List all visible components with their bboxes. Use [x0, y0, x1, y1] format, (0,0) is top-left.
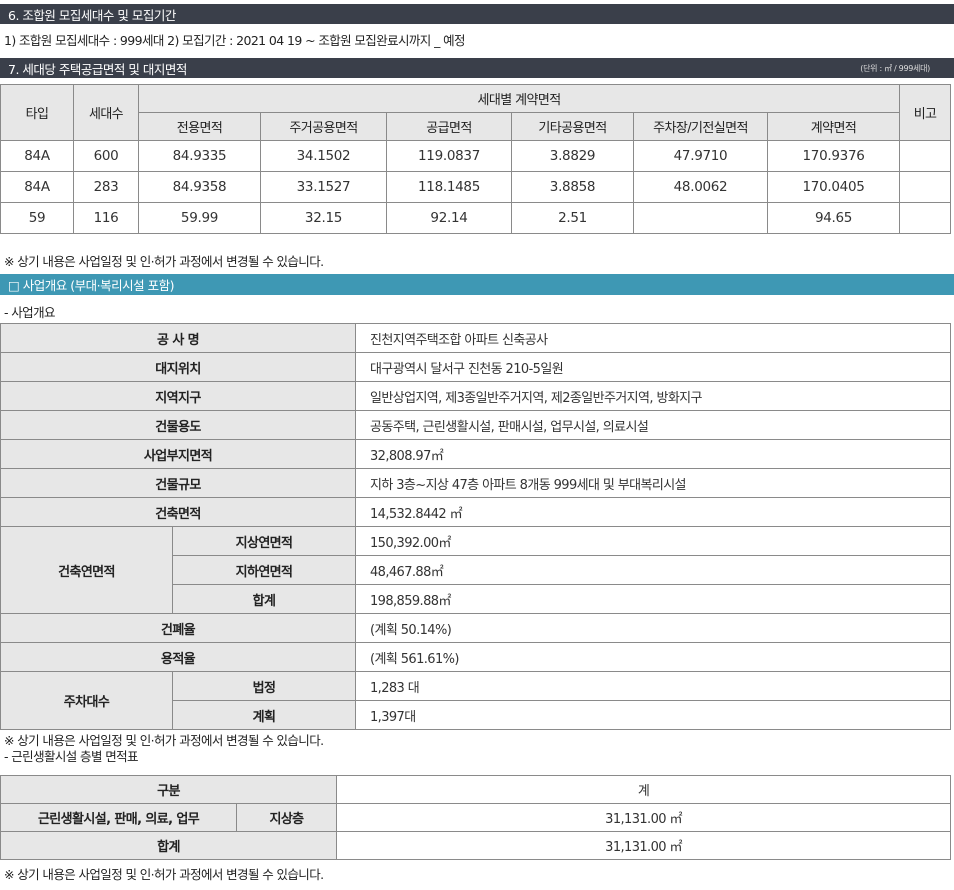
- building-area-label: 건축면적: [0, 497, 356, 527]
- gross-below-value: 48,467.88㎡: [355, 555, 951, 585]
- table-cell: 170.9376: [766, 140, 901, 172]
- gross-below-label: 지하연면적: [172, 555, 356, 585]
- table-cell: 84A: [0, 140, 74, 172]
- section6-title: 6. 조합원 모집세대수 및 모집기간: [8, 7, 176, 23]
- floor-table-subtitle: - 근린생활시설 층별 면적표: [4, 749, 139, 764]
- table-cell: 84.9358: [138, 171, 261, 203]
- floor-sum-label: 합계: [0, 831, 338, 860]
- header-parking-area: 주차장/기전실면적: [633, 112, 768, 141]
- project-name-value: 진천지역주택조합 아파트 신축공사: [355, 323, 951, 353]
- parking-plan-label: 계획: [172, 700, 356, 730]
- section7-title: 7. 세대당 주택공급면적 및 대지면적: [8, 61, 187, 77]
- table-cell: 283: [73, 171, 139, 203]
- header-residential-common-area: 주거공용면적: [260, 112, 387, 141]
- table-cell: 92.14: [386, 202, 512, 234]
- far-label: 용적율: [0, 642, 356, 672]
- gross-total-value: 198,859.88㎡: [355, 584, 951, 614]
- section7-title-bar: 7. 세대당 주택공급면적 및 대지면적 (단위 : ㎡ / 999세대): [0, 58, 954, 78]
- land-area-value: 32,808.97㎡: [355, 439, 951, 469]
- notice-text-3: ※ 상기 내용은 사업일정 및 인·허가 과정에서 변경될 수 있습니다.: [4, 867, 324, 882]
- header-exclusive-area: 전용면적: [138, 112, 261, 141]
- section6-line: 1) 조합원 모집세대수 : 999세대 2) 모집기간 : 2021 04 1…: [4, 33, 465, 48]
- gross-area-label: 건축연면적: [0, 526, 173, 614]
- parking-legal-label: 법정: [172, 671, 356, 701]
- parking-legal-value: 1,283 대: [355, 671, 951, 701]
- gross-total-label: 합계: [172, 584, 356, 614]
- header-contract-area-group: 세대별 계약면적: [137, 84, 901, 113]
- overview-title-bar: □ 사업개요 (부대·복리시설 포함): [0, 274, 954, 295]
- floor-sum-value: 31,131.00 ㎡: [336, 831, 952, 860]
- area-table: 타입 세대수 세대별 계약면적 비고 전용면적 주거공용면적 공급면적 기타공용…: [0, 84, 952, 234]
- floor-row-value: 31,131.00 ㎡: [336, 803, 952, 832]
- table-cell: 59: [0, 202, 74, 234]
- floor-row-label: 근린생활시설, 판매, 의료, 업무: [0, 803, 237, 832]
- table-cell: 2.51: [511, 202, 634, 234]
- table-cell: 32.15: [260, 202, 387, 234]
- header-households: 세대수: [73, 84, 139, 141]
- table-cell: 84.9335: [138, 140, 261, 172]
- floor-col-total: 계: [336, 775, 952, 804]
- overview-title: □ 사업개요 (부대·복리시설 포함): [8, 278, 174, 293]
- floor-col-category: 구분: [0, 775, 338, 804]
- project-name-label: 공 사 명: [0, 323, 356, 353]
- table-cell: 3.8858: [511, 171, 634, 203]
- table-cell: 3.8829: [511, 140, 634, 172]
- table-cell: 34.1502: [260, 140, 387, 172]
- table-cell: 48.0062: [633, 171, 768, 203]
- site-label: 대지위치: [0, 352, 356, 382]
- table-cell: 47.9710: [633, 140, 768, 172]
- gross-above-label: 지상연면적: [172, 526, 356, 556]
- table-cell: [899, 171, 952, 203]
- floor-area-table: 구분 계 근린생활시설, 판매, 의료, 업무 지상층 31,131.00 ㎡ …: [0, 775, 952, 860]
- notice-text-2: ※ 상기 내용은 사업일정 및 인·허가 과정에서 변경될 수 있습니다.: [4, 733, 324, 748]
- header-note: 비고: [899, 84, 952, 141]
- floor-row-floor: 지상층: [235, 803, 338, 832]
- use-label: 건물용도: [0, 410, 356, 440]
- section6-title-bar: 6. 조합원 모집세대수 및 모집기간: [0, 4, 954, 24]
- table-row: 84A 283 84.9358 33.1527 118.1485 3.8858 …: [0, 171, 952, 203]
- table-cell: [633, 202, 768, 234]
- use-value: 공동주택, 근린생활시설, 판매시설, 업무시설, 의료시설: [355, 410, 951, 440]
- table-cell: 119.0837: [386, 140, 512, 172]
- table-cell: 116: [73, 202, 139, 234]
- overview-table: 공 사 명 진천지역주택조합 아파트 신축공사 대지위치 대구광역시 달서구 진…: [0, 323, 951, 730]
- table-cell: 600: [73, 140, 139, 172]
- bcr-label: 건폐율: [0, 613, 356, 643]
- header-contract-area: 계약면적: [766, 112, 901, 141]
- table-cell: 33.1527: [260, 171, 387, 203]
- bcr-value: (계획 50.14%): [355, 613, 951, 643]
- unit-label: (단위 : ㎡ / 999세대): [860, 63, 930, 73]
- scale-value: 지하 3층~지상 47층 아파트 8개동 999세대 및 부대복리시설: [355, 468, 951, 498]
- zone-value: 일반상업지역, 제3종일반주거지역, 제2종일반주거지역, 방화지구: [355, 381, 951, 411]
- parking-label: 주차대수: [0, 671, 173, 730]
- table-row: 84A 600 84.9335 34.1502 119.0837 3.8829 …: [0, 140, 952, 172]
- overview-subtitle: - 사업개요: [4, 305, 55, 320]
- zone-label: 지역지구: [0, 381, 356, 411]
- gross-above-value: 150,392.00㎡: [355, 526, 951, 556]
- header-type: 타입: [0, 84, 74, 141]
- table-row: 59 116 59.99 32.15 92.14 2.51 94.65: [0, 202, 952, 234]
- table-cell: 59.99: [138, 202, 261, 234]
- table-cell: 118.1485: [386, 171, 512, 203]
- parking-plan-value: 1,397대: [355, 700, 951, 730]
- land-area-label: 사업부지면적: [0, 439, 356, 469]
- notice-text: ※ 상기 내용은 사업일정 및 인·허가 과정에서 변경될 수 있습니다.: [4, 254, 324, 269]
- table-cell: [899, 140, 952, 172]
- far-value: (계획 561.61%): [355, 642, 951, 672]
- table-cell: 170.0405: [766, 171, 901, 203]
- building-area-value: 14,532.8442 ㎡: [355, 497, 951, 527]
- table-cell: [899, 202, 952, 234]
- table-cell: 94.65: [766, 202, 901, 234]
- header-supply-area: 공급면적: [386, 112, 512, 141]
- site-value: 대구광역시 달서구 진천동 210-5일원: [355, 352, 951, 382]
- table-cell: 84A: [0, 171, 74, 203]
- header-other-common-area: 기타공용면적: [511, 112, 634, 141]
- scale-label: 건물규모: [0, 468, 356, 498]
